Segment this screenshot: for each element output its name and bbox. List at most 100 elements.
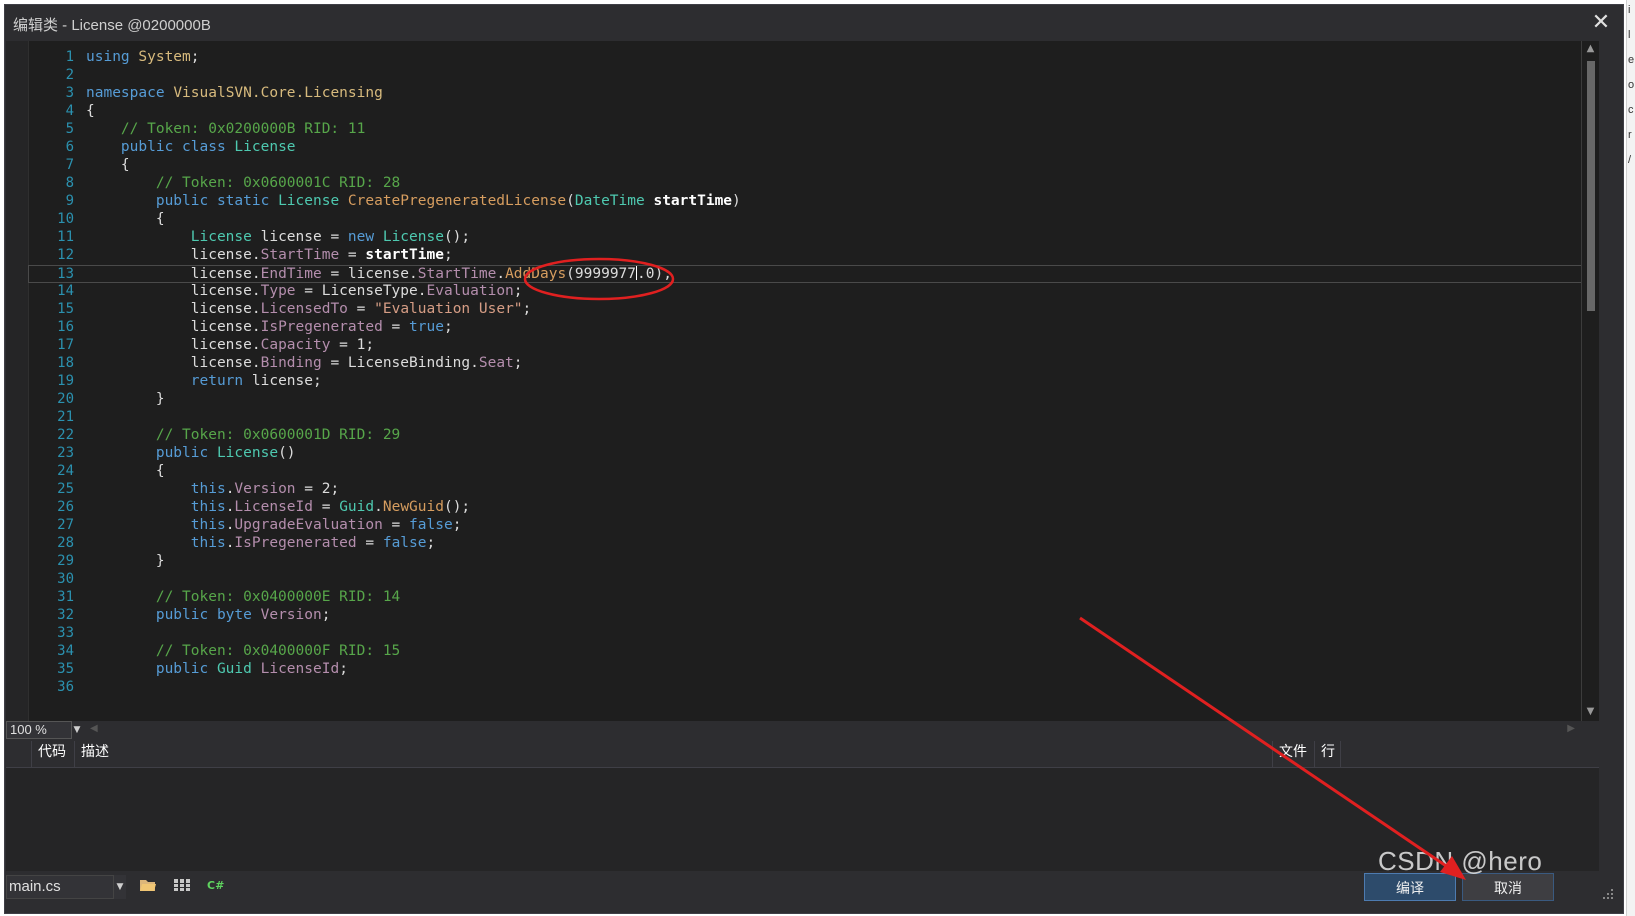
code-line[interactable]: 24 { [28, 463, 1583, 481]
code-line[interactable]: 10 { [28, 211, 1583, 229]
scroll-left-icon[interactable]: ◀ [90, 723, 98, 734]
scroll-right-icon[interactable]: ▶ [1567, 723, 1575, 734]
code-text[interactable]: this.IsPregenerated = false; [86, 535, 435, 551]
code-text[interactable]: license.Capacity = 1; [86, 337, 374, 353]
code-line[interactable]: 5 // Token: 0x0200000B RID: 11 [28, 121, 1583, 139]
code-text[interactable]: namespace VisualSVN.Core.Licensing [86, 85, 383, 101]
code-text[interactable]: public byte Version; [86, 607, 331, 623]
code-editor[interactable]: 1 using System; 2 3 namespace VisualSVN.Core… [6, 41, 1599, 721]
code-token: true [409, 319, 444, 335]
scroll-thumb[interactable] [1587, 61, 1595, 311]
code-token: ; [190, 49, 200, 65]
code-text[interactable]: license.Binding = LicenseBinding.Seat; [86, 355, 523, 371]
code-text[interactable]: // Token: 0x0400000F RID: 15 [86, 643, 400, 659]
code-token: ) [732, 193, 741, 209]
code-line[interactable]: 30 [28, 571, 1583, 589]
code-line[interactable]: 8 // Token: 0x0600001C RID: 28 [28, 175, 1583, 193]
column-file[interactable]: 文件 [1273, 741, 1315, 767]
code-text[interactable]: return license; [86, 373, 322, 389]
csharp-icon[interactable]: C# [206, 877, 226, 897]
code-token: license. [86, 337, 261, 353]
code-text[interactable]: this.LicenseId = Guid.NewGuid(); [86, 499, 470, 515]
code-text[interactable]: { [86, 157, 130, 173]
code-text[interactable]: public Guid LicenseId; [86, 661, 348, 677]
zoom-dropdown-icon[interactable]: ▼ [72, 721, 82, 739]
code-text[interactable]: { [86, 211, 165, 227]
code-text[interactable]: public License() [86, 445, 296, 461]
code-text[interactable]: license.EndTime = license.StartTime.AddD… [86, 265, 672, 282]
code-text[interactable]: } [86, 391, 165, 407]
code-text[interactable]: this.Version = 2; [86, 481, 339, 497]
code-text[interactable]: } [86, 553, 165, 569]
scroll-up-icon[interactable]: ▲ [1584, 43, 1597, 56]
error-icon-column[interactable] [6, 741, 32, 767]
code-text[interactable]: License license = new License(); [86, 229, 470, 245]
code-line[interactable]: 3 namespace VisualSVN.Core.Licensing [28, 85, 1583, 103]
code-line[interactable]: 7 { [28, 157, 1583, 175]
scroll-down-icon[interactable]: ▼ [1584, 706, 1597, 719]
code-area[interactable]: 1 using System; 2 3 namespace VisualSVN.Core… [28, 49, 1583, 697]
column-code[interactable]: 代码 [32, 741, 75, 767]
code-text[interactable]: // Token: 0x0400000E RID: 14 [86, 589, 400, 605]
code-text[interactable]: this.UpgradeEvaluation = false; [86, 517, 462, 533]
code-text[interactable]: public static License CreatePregenerated… [86, 193, 741, 209]
code-line[interactable]: 22 // Token: 0x0600001D RID: 29 [28, 427, 1583, 445]
zoom-select[interactable]: 100 % [6, 721, 72, 739]
code-line[interactable]: 1 using System; [28, 49, 1583, 67]
code-line[interactable]: 14 license.Type = LicenseType.Evaluation… [28, 283, 1583, 301]
code-line[interactable]: 29 } [28, 553, 1583, 571]
code-line[interactable]: 11 License license = new License(); [28, 229, 1583, 247]
code-text[interactable]: // Token: 0x0600001C RID: 28 [86, 175, 400, 191]
code-line[interactable]: 33 [28, 625, 1583, 643]
code-text[interactable]: // Token: 0x0600001D RID: 29 [86, 427, 400, 443]
column-line[interactable]: 行 [1315, 741, 1341, 767]
code-line[interactable]: 13 license.EndTime = license.StartTime.A… [28, 265, 1583, 283]
code-text[interactable]: { [86, 103, 95, 119]
file-dropdown-icon[interactable]: ▼ [114, 875, 126, 899]
code-line[interactable]: 34 // Token: 0x0400000F RID: 15 [28, 643, 1583, 661]
code-token: false [409, 517, 453, 533]
code-line[interactable]: 9 public static License CreatePregenerat… [28, 193, 1583, 211]
code-line[interactable]: 28 this.IsPregenerated = false; [28, 535, 1583, 553]
code-line[interactable]: 6 public class License [28, 139, 1583, 157]
code-line[interactable]: 19 return license; [28, 373, 1583, 391]
code-line[interactable]: 21 [28, 409, 1583, 427]
code-text[interactable]: { [86, 463, 165, 479]
code-text[interactable]: // Token: 0x0200000B RID: 11 [86, 121, 365, 137]
code-text[interactable]: public class License [86, 139, 296, 155]
cancel-button[interactable]: 取消 [1462, 873, 1554, 901]
vertical-scrollbar[interactable]: ▲ ▼ [1581, 41, 1599, 721]
code-line[interactable]: 2 [28, 67, 1583, 85]
code-line[interactable]: 26 this.LicenseId = Guid.NewGuid(); [28, 499, 1583, 517]
code-line[interactable]: 18 license.Binding = LicenseBinding.Seat… [28, 355, 1583, 373]
code-line[interactable]: 35 public Guid LicenseId; [28, 661, 1583, 679]
code-line[interactable]: 23 public License() [28, 445, 1583, 463]
code-line[interactable]: 32 public byte Version; [28, 607, 1583, 625]
code-line[interactable]: 27 this.UpgradeEvaluation = false; [28, 517, 1583, 535]
code-line[interactable]: 25 this.Version = 2; [28, 481, 1583, 499]
code-text[interactable]: license.Type = LicenseType.Evaluation; [86, 283, 523, 299]
code-text[interactable]: using System; [86, 49, 200, 65]
resize-grip-icon[interactable] [1602, 887, 1614, 899]
code-line[interactable]: 12 license.StartTime = startTime; [28, 247, 1583, 265]
compile-button[interactable]: 编译 [1364, 873, 1456, 901]
code-line[interactable]: 17 license.Capacity = 1; [28, 337, 1583, 355]
open-folder-icon[interactable] [138, 877, 158, 897]
code-text[interactable]: license.LicensedTo = "Evaluation User"; [86, 301, 532, 317]
column-description[interactable]: 描述 [75, 741, 1273, 767]
code-text[interactable]: license.IsPregenerated = true; [86, 319, 453, 335]
code-line[interactable]: 15 license.LicensedTo = "Evaluation User… [28, 301, 1583, 319]
code-line[interactable]: 4{ [28, 103, 1583, 121]
bottom-toolbar: main.cs ▼ C# 编译 取消 [6, 873, 1614, 903]
file-select[interactable]: main.cs [6, 875, 114, 899]
code-line[interactable]: 16 license.IsPregenerated = true; [28, 319, 1583, 337]
close-icon[interactable]: ✕ [1587, 9, 1615, 37]
code-line[interactable]: 20 } [28, 391, 1583, 409]
code-text[interactable]: license.StartTime = startTime; [86, 247, 453, 263]
code-line[interactable]: 36 [28, 679, 1583, 697]
code-line[interactable]: 31 // Token: 0x0400000E RID: 14 [28, 589, 1583, 607]
code-token: public byte [155, 607, 261, 623]
references-icon[interactable] [172, 877, 192, 897]
code-token: CreatePregeneratedLicense [347, 193, 567, 209]
